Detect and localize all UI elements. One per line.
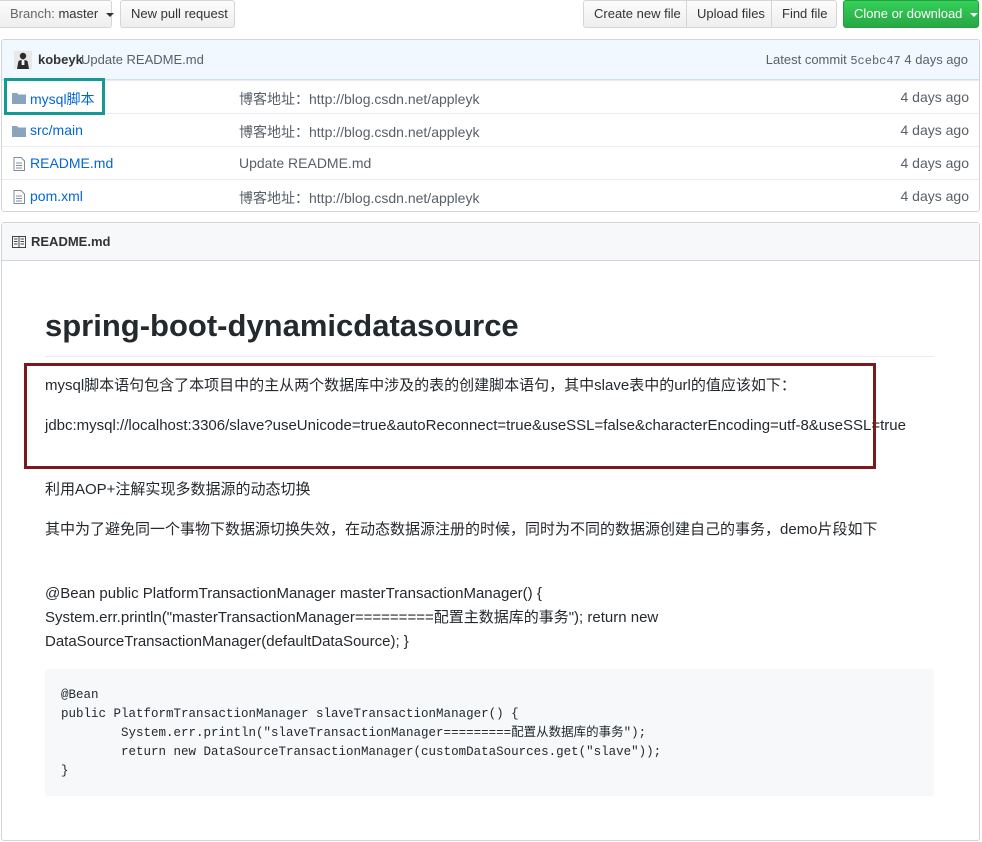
branch-prefix: Branch: bbox=[10, 6, 55, 21]
highlight-box-teal bbox=[4, 78, 105, 115]
code-block: @Bean public PlatformTransactionManager … bbox=[45, 669, 934, 796]
file-age: 4 days ago bbox=[900, 89, 970, 105]
file-row: mysql脚本 博客地址：http://blog.csdn.net/appley… bbox=[2, 80, 979, 113]
file-name-link[interactable]: pom.xml bbox=[30, 188, 83, 204]
highlight-box-red bbox=[24, 363, 876, 469]
file-commit-message-link[interactable]: Update README.md bbox=[239, 155, 371, 171]
file-age: 4 days ago bbox=[900, 122, 970, 138]
readme-paragraph: 其中为了避免同一个事物下数据源切换失效，在动态数据源注册的时候，同时为不同的数据… bbox=[45, 521, 878, 538]
file-row: src/main 博客地址：http://blog.csdn.net/apple… bbox=[2, 113, 979, 146]
commit-age: 4 days ago bbox=[904, 52, 968, 67]
book-icon bbox=[12, 236, 26, 248]
chevron-down-icon bbox=[105, 12, 114, 17]
file-name-link[interactable]: src/main bbox=[30, 122, 83, 138]
file-age: 4 days ago bbox=[900, 155, 970, 171]
commit-sha-link[interactable]: 5cebc47 bbox=[850, 54, 900, 68]
file-commit-message-link[interactable]: 博客地址：http://blog.csdn.net/appleyk bbox=[239, 89, 479, 109]
file-icon bbox=[13, 157, 25, 171]
file-commit-message-link[interactable]: 博客地址：http://blog.csdn.net/appleyk bbox=[239, 122, 479, 142]
file-table: kobeyk Update README.md Latest commit 5c… bbox=[1, 39, 980, 212]
readme-filename[interactable]: README.md bbox=[31, 234, 110, 249]
repo-toolbar: Branch: master New pull request Create n… bbox=[0, 0, 982, 30]
readme-inline-code-paragraph: @Bean public PlatformTransactionManager … bbox=[45, 585, 659, 650]
latest-commit-label: Latest commit bbox=[765, 52, 847, 67]
code-text: @Bean public PlatformTransactionManager … bbox=[61, 688, 662, 778]
readme-title: spring-boot-dynamicdatasource bbox=[45, 308, 519, 343]
new-pull-request-button[interactable]: New pull request bbox=[120, 0, 235, 28]
latest-commit-bar: kobeyk Update README.md Latest commit 5c… bbox=[2, 40, 979, 80]
branch-select-button[interactable]: Branch: master bbox=[0, 0, 114, 28]
chevron-down-icon bbox=[970, 12, 979, 17]
heading-divider bbox=[45, 356, 934, 357]
latest-commit-info: Latest commit 5cebc47 4 days ago bbox=[766, 52, 968, 68]
file-icon bbox=[13, 190, 25, 204]
branch-name: master bbox=[58, 6, 99, 21]
upload-files-button[interactable]: Upload files bbox=[686, 0, 772, 28]
file-row: README.md Update README.md 4 days ago bbox=[2, 146, 979, 179]
readme-paragraph: 利用AOP+注解实现多数据源的动态切换 bbox=[45, 481, 311, 498]
file-row: pom.xml 博客地址：http://blog.csdn.net/appley… bbox=[2, 179, 979, 211]
avatar[interactable] bbox=[14, 51, 32, 69]
file-age: 4 days ago bbox=[900, 188, 970, 204]
file-name-link[interactable]: README.md bbox=[30, 155, 113, 171]
clone-or-download-button[interactable]: Clone or download bbox=[843, 0, 979, 28]
commit-message-link[interactable]: Update README.md bbox=[81, 52, 204, 67]
find-file-button[interactable]: Find file bbox=[771, 0, 837, 28]
create-new-file-button[interactable]: Create new file bbox=[583, 0, 687, 28]
file-commit-message-link[interactable]: 博客地址：http://blog.csdn.net/appleyk bbox=[239, 188, 479, 208]
folder-icon bbox=[12, 126, 26, 137]
commit-author-link[interactable]: kobeyk bbox=[38, 52, 83, 67]
clone-label: Clone or download bbox=[854, 6, 963, 21]
readme-header: README.md bbox=[2, 223, 979, 261]
